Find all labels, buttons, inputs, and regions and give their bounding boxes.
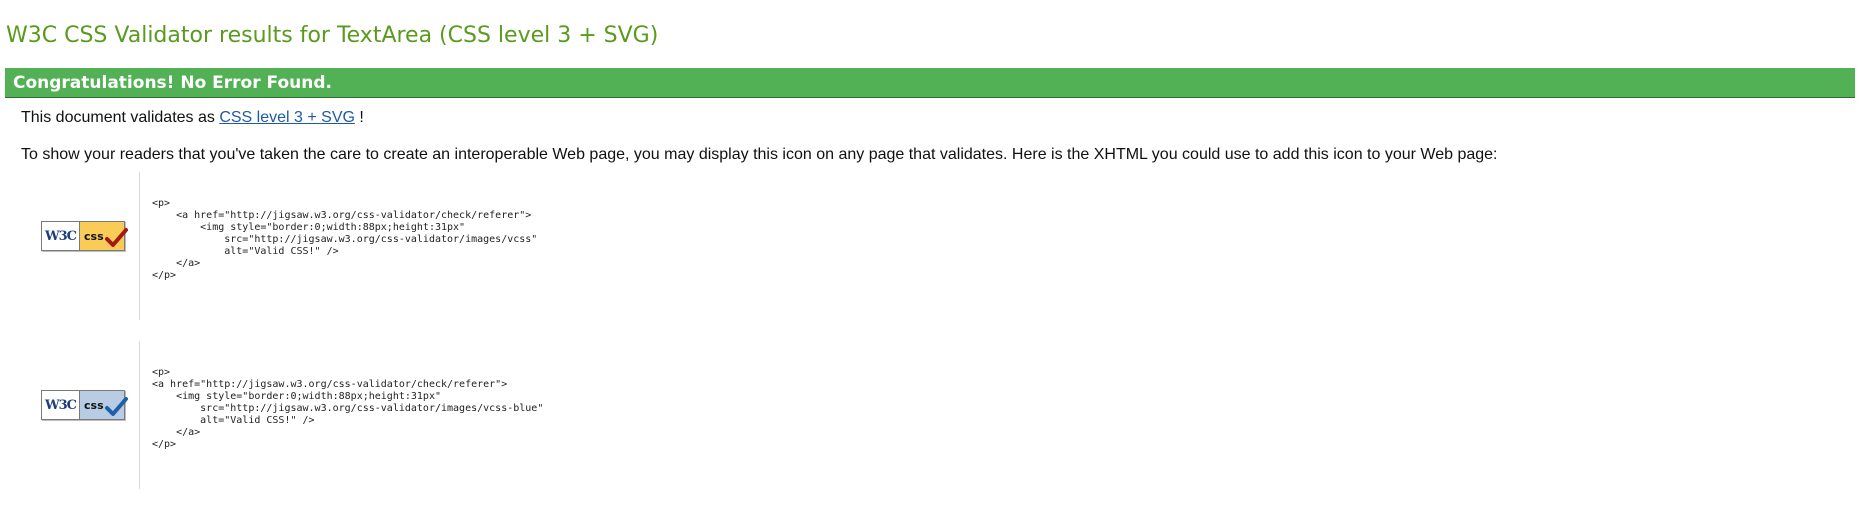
success-message: Congratulations! No Error Found. — [13, 73, 332, 93]
badge-code-snippet: <p> <a href="http://jigsaw.w3.org/css-va… — [152, 367, 544, 450]
badge-snippet-gold: W3C css <p> <a href="http://jigsaw.w3.or… — [21, 172, 1121, 320]
badge-code-snippet: <p> <a href="http://jigsaw.w3.org/css-va… — [152, 198, 538, 281]
w3c-logo: W3C — [42, 222, 80, 250]
validation-summary-suffix: ! — [354, 109, 364, 126]
validation-summary-prefix: This document validates as — [21, 109, 220, 126]
badge-label-area: css — [80, 222, 128, 250]
badge-label-area: css — [80, 391, 128, 419]
badge-label: css — [84, 398, 104, 412]
badge-cell: W3C css — [21, 341, 140, 489]
w3c-css-valid-gold-badge-icon[interactable]: W3C css — [41, 221, 128, 251]
badge-label: css — [84, 229, 104, 243]
w3c-css-valid-blue-badge-icon[interactable]: W3C css — [41, 390, 128, 420]
check-mark-icon — [105, 228, 128, 247]
icon-instructions: To show your readers that you've taken t… — [21, 146, 1498, 163]
badge-snippet-blue: W3C css <p> <a href="http://jigsaw.w3.or… — [21, 341, 1121, 489]
w3c-logo: W3C — [42, 391, 80, 419]
success-banner: Congratulations! No Error Found. — [5, 68, 1855, 98]
validation-summary: This document validates as CSS level 3 +… — [21, 108, 364, 128]
check-mark-icon — [105, 397, 128, 416]
badge-cell: W3C css — [21, 172, 140, 320]
page-title: W3C CSS Validator results for TextArea (… — [6, 23, 659, 48]
css-profile-link[interactable]: CSS level 3 + SVG — [219, 109, 355, 126]
